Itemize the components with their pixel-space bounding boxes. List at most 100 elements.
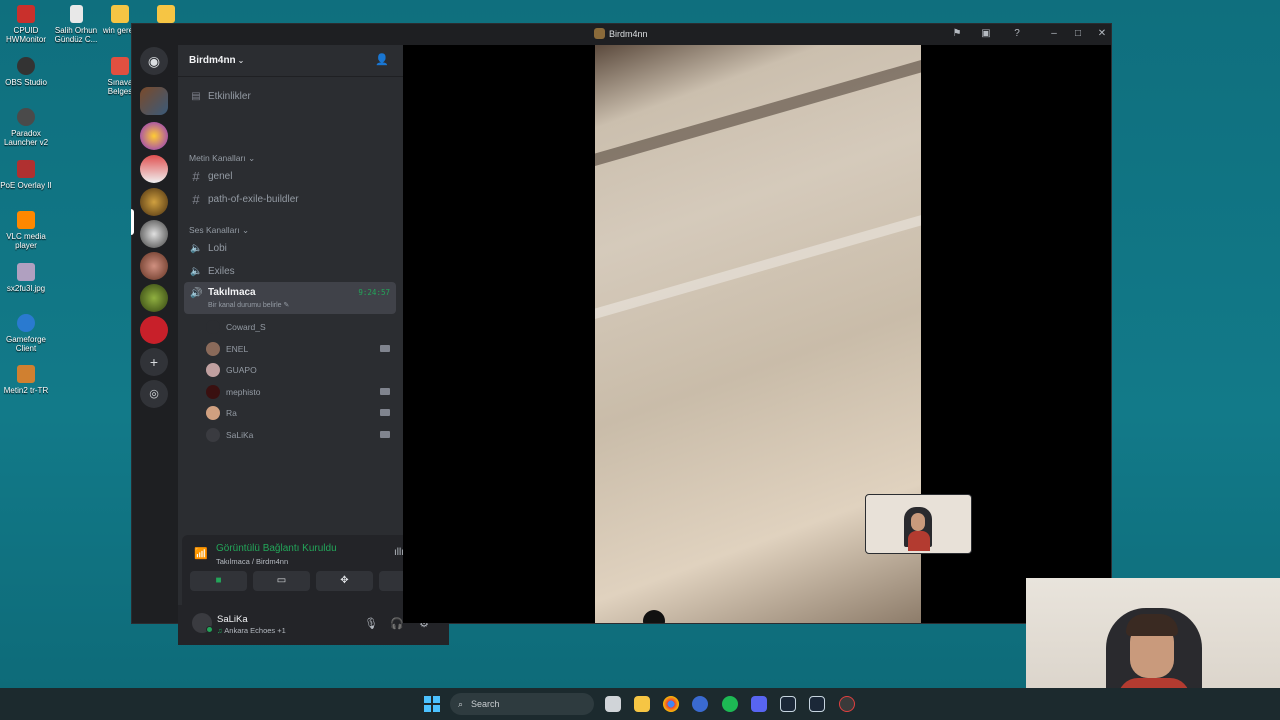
voice-member[interactable]: mephisto bbox=[206, 383, 396, 400]
spotify-icon[interactable] bbox=[722, 696, 738, 712]
headphones-icon[interactable]: 🎧 bbox=[390, 617, 404, 631]
microphone-icon[interactable]: 🎙 bbox=[364, 617, 378, 631]
chrome-icon[interactable] bbox=[663, 696, 679, 712]
maximize-button[interactable]: □ bbox=[1070, 27, 1086, 41]
hash-icon: # bbox=[192, 169, 200, 184]
calendar-icon: ▤ bbox=[191, 91, 201, 102]
voice-channel-takilmaca[interactable]: 🔊 Takılmaca Bir kanal durumu belirle ✎ 9… bbox=[184, 282, 396, 314]
avatar bbox=[206, 341, 220, 356]
steam-icon-2[interactable] bbox=[809, 696, 825, 712]
discord-home-icon[interactable]: ◉ bbox=[140, 47, 168, 75]
stream-highlight bbox=[595, 207, 921, 323]
hash-icon: # bbox=[192, 192, 200, 207]
camera-button[interactable]: ■ bbox=[190, 571, 247, 591]
camera-icon bbox=[380, 388, 390, 395]
explore-icon[interactable]: ◎ bbox=[140, 380, 168, 408]
voice-category[interactable]: Ses Kanalları ⌄ bbox=[189, 225, 249, 236]
invite-people-icon[interactable]: 👤 bbox=[375, 53, 389, 67]
speaker-active-icon: 🔊 bbox=[190, 288, 203, 299]
avatar bbox=[206, 405, 220, 420]
pip-body bbox=[908, 531, 930, 551]
screen-share-button[interactable]: ▭ bbox=[253, 571, 310, 591]
avatar bbox=[206, 384, 220, 399]
online-status-dot bbox=[206, 626, 213, 633]
steam-icon[interactable] bbox=[780, 696, 796, 712]
desktop-icon-vlc[interactable]: VLC media player bbox=[0, 211, 52, 250]
file-explorer-icon[interactable] bbox=[634, 696, 650, 712]
self-view-pip[interactable] bbox=[865, 494, 972, 554]
avatar bbox=[206, 319, 220, 334]
server-icon bbox=[594, 28, 605, 39]
voice-member[interactable]: Coward_S bbox=[206, 318, 396, 335]
desktop-icon-metin2[interactable]: Metin2 tr-TR bbox=[0, 365, 52, 395]
voice-member[interactable]: SaLiKa bbox=[206, 426, 396, 443]
taskbar-search[interactable]: ⌕ Search bbox=[450, 693, 594, 715]
voice-channel-exiles[interactable]: 🔈 Exiles bbox=[184, 262, 396, 281]
server-1[interactable] bbox=[140, 122, 168, 150]
stream-lamp bbox=[643, 610, 665, 623]
channel-path-of-exile-buildler[interactable]: # path-of-exile-buildler bbox=[184, 190, 396, 209]
obs-icon bbox=[17, 57, 35, 75]
server-birdm4nn[interactable] bbox=[140, 188, 168, 216]
channel-genel[interactable]: # genel bbox=[184, 167, 396, 186]
discord-icon[interactable] bbox=[751, 696, 767, 712]
call-timer: 9:24:57 bbox=[358, 288, 390, 297]
avatar bbox=[206, 427, 220, 442]
desktop-icon-document[interactable]: Salih Orhun Gündüz C... bbox=[50, 5, 102, 44]
video-stage[interactable] bbox=[403, 45, 1111, 623]
windows-start-button[interactable] bbox=[424, 696, 440, 712]
server-6[interactable] bbox=[140, 316, 168, 344]
flag-icon[interactable]: ⚑ bbox=[949, 27, 965, 41]
desktop-icon-hwmonitor[interactable]: CPUID HWMonitor bbox=[0, 5, 52, 44]
events-item[interactable]: ▤ Etkinlikler bbox=[184, 87, 396, 106]
close-button[interactable]: ✕ bbox=[1094, 27, 1110, 41]
desktop-icon-poe-overlay[interactable]: PoE Overlay II bbox=[0, 160, 52, 190]
text-category[interactable]: Metin Kanalları ⌄ bbox=[189, 153, 255, 164]
chevron-down-icon: ⌄ bbox=[248, 153, 256, 163]
voice-member[interactable]: ENEL bbox=[206, 340, 396, 357]
signal-icon[interactable]: 📶 bbox=[194, 547, 208, 560]
selected-server-pill bbox=[131, 209, 134, 235]
channel-status-prompt[interactable]: Bir kanal durumu belirle ✎ bbox=[208, 301, 289, 309]
taskbar: ⌕ Search bbox=[0, 688, 1280, 720]
desktop-icon-paradox[interactable]: Paradox Launcher v2 bbox=[0, 108, 52, 147]
desktop-icon-image[interactable]: sx2fu3l.jpg bbox=[0, 263, 52, 293]
app-icon[interactable] bbox=[692, 696, 708, 712]
gameforge-icon bbox=[17, 314, 35, 332]
server-5[interactable] bbox=[140, 284, 168, 312]
help-icon[interactable]: ? bbox=[1009, 27, 1025, 41]
minimize-button[interactable]: – bbox=[1046, 27, 1062, 41]
server-3[interactable] bbox=[140, 220, 168, 248]
document-icon bbox=[69, 5, 83, 23]
desktop-icon-gameforge[interactable]: Gameforge Client bbox=[0, 314, 52, 353]
user-name[interactable]: SaLiKa bbox=[217, 614, 248, 625]
desktop-icon-obs[interactable]: OBS Studio bbox=[0, 57, 52, 87]
speaker-icon: 🔈 bbox=[190, 243, 203, 254]
hwmonitor-icon bbox=[17, 5, 35, 23]
activities-button[interactable]: ✥ bbox=[316, 571, 373, 591]
music-note-icon: ♫ bbox=[217, 626, 223, 635]
channel-sidebar: Birdm4nn ⌄ 👤 ▤ Etkinlikler Metin Kanalları… bbox=[178, 45, 449, 645]
stream-shadow-1 bbox=[595, 52, 921, 170]
voice-status[interactable]: Görüntülü Bağlantı Kuruldu bbox=[216, 543, 337, 554]
voice-channel-lobi[interactable]: 🔈 Lobi bbox=[184, 239, 396, 258]
camera-icon bbox=[380, 345, 390, 352]
voice-location[interactable]: Takılmaca / Birdm4nn bbox=[216, 557, 288, 566]
pip-face bbox=[911, 513, 925, 531]
image-file-icon bbox=[17, 263, 35, 281]
server-header[interactable]: Birdm4nn ⌄ 👤 bbox=[178, 45, 403, 77]
server-rail: ◉ + ◎ bbox=[131, 45, 178, 623]
avatar bbox=[206, 362, 220, 377]
app-icon-2[interactable] bbox=[839, 696, 855, 712]
server-folder[interactable] bbox=[140, 87, 168, 115]
server-2[interactable] bbox=[140, 155, 168, 183]
voice-member[interactable]: GUAPO bbox=[206, 361, 396, 378]
voice-member[interactable]: Ra bbox=[206, 404, 396, 421]
task-view-icon[interactable] bbox=[605, 696, 621, 712]
add-server-icon[interactable]: + bbox=[140, 348, 168, 376]
server-name: Birdm4nn ⌄ bbox=[189, 55, 245, 66]
inbox-icon[interactable]: ▣ bbox=[978, 27, 994, 41]
window-title: Birdm4nn bbox=[594, 28, 648, 39]
server-4[interactable] bbox=[140, 252, 168, 280]
folder-icon bbox=[111, 5, 129, 23]
